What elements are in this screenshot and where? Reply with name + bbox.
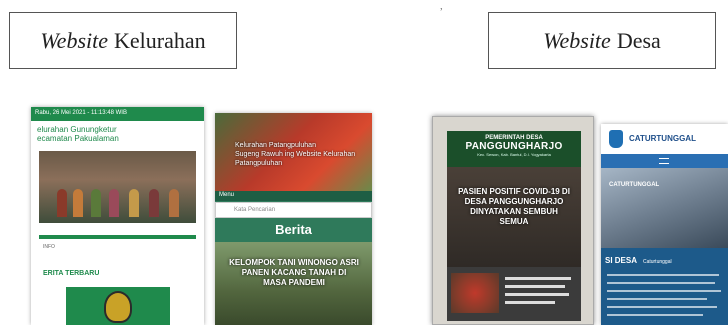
person-figure [169,189,179,217]
header-sub: Kec. Sewon, Kab. Bantul, D.I. Yogyakarta [477,152,551,157]
section-tag: Caturtunggal [642,259,672,265]
menu-bar[interactable]: Menu [215,191,372,201]
phone-screen: PEMERINTAH DESA PANGGUNGHARJO Kec. Sewon… [447,131,581,321]
label-italic-website: Website [543,27,611,53]
label-italic-website: Website [40,27,108,53]
text-line [607,282,715,284]
banner: Kelurahan Patangpuluhan Sugeng Rawuh ing… [215,113,372,191]
site-header: PEMERINTAH DESA PANGGUNGHARJO Kec. Sewon… [447,131,581,167]
search-input[interactable]: Kata Pencarian [215,202,372,218]
emblem-icon [609,130,623,148]
nav-bar[interactable] [601,154,728,168]
hamburger-menu-icon[interactable] [659,158,669,164]
text-line [505,301,555,304]
info-caption: INFO [43,244,55,250]
header-name: CATURTUNGGAL [629,134,696,143]
text-line [607,298,707,300]
news-item [447,267,581,321]
label-text-kelurahan: Kelurahan [114,27,206,53]
text-line [607,274,719,276]
banner-text: Kelurahan Patangpuluhan Sugeng Rawuh ing… [235,141,365,168]
person-figure [109,189,119,217]
banner-subtitle: Sugeng Rawuh ing Website Kelurahan Patan… [235,151,356,167]
site-title-line1: elurahan Gunungketur [37,125,117,134]
person-figure [73,189,83,217]
label-text-desa: Desa [616,27,661,53]
news-photo: KELOMPOK TANI WINONGO ASRI PANEN KACANG … [215,242,372,325]
text-line [505,285,565,288]
news-thumbnail [451,273,499,313]
news-title: PASIEN POSITIF COVID-19 DI DESA PANGGUNG… [458,187,570,226]
text-line [505,277,571,280]
person-figure [129,189,139,217]
header-name: PANGGUNGHARJO [465,141,563,152]
cropped-caption-fragment: , [440,0,443,12]
banner-title: Kelurahan Patangpuluhan [235,142,316,149]
label-website-desa: Website Desa [488,12,716,69]
hero-photo [39,151,196,223]
person-figure [57,189,67,217]
person-figure [91,189,101,217]
green-divider [39,235,196,239]
hero-title: CATURTUNGGAL [609,182,660,188]
text-line [607,306,717,308]
news-photo-title: KELOMPOK TANI WINONGO ASRI PANEN KACANG … [229,258,359,287]
site-title-line2: ecamatan Pakualaman [37,134,119,143]
person-figure [149,189,159,217]
text-line [505,293,569,296]
emblem-icon [104,291,132,323]
section-title: SI DESA [605,256,637,265]
berita-heading: Berita [215,218,372,242]
text-line [607,290,721,292]
section-heading: SI DESA Caturtunggal [605,256,672,265]
screenshot-desa-caturtunggal: CATURTUNGGAL CATURTUNGGAL SI DESA Caturt… [601,124,728,325]
site-title: elurahan Gunungketur ecamatan Pakualaman [31,121,204,143]
screenshot-kelurahan-patangpuluhan: Kelurahan Patangpuluhan Sugeng Rawuh ing… [215,113,372,325]
screenshot-desa-panggungharjo: PEMERINTAH DESA PANGGUNGHARJO Kec. Sewon… [432,116,594,325]
hero-photo: CATURTUNGGAL [601,168,728,248]
section-heading: ERITA TERBARU [43,270,100,277]
date-bar: Rabu, 26 Mei 2021 - 11:13:48 WIB [31,107,204,121]
text-line [607,314,703,316]
label-website-kelurahan: Website Kelurahan [9,12,237,69]
logo-panel [66,287,170,325]
site-header: CATURTUNGGAL [601,124,728,154]
screenshot-kelurahan-gunungketur: Rabu, 26 Mei 2021 - 11:13:48 WIB eluraha… [31,107,204,325]
news-banner: PASIEN POSITIF COVID-19 DI DESA PANGGUNG… [447,167,581,267]
